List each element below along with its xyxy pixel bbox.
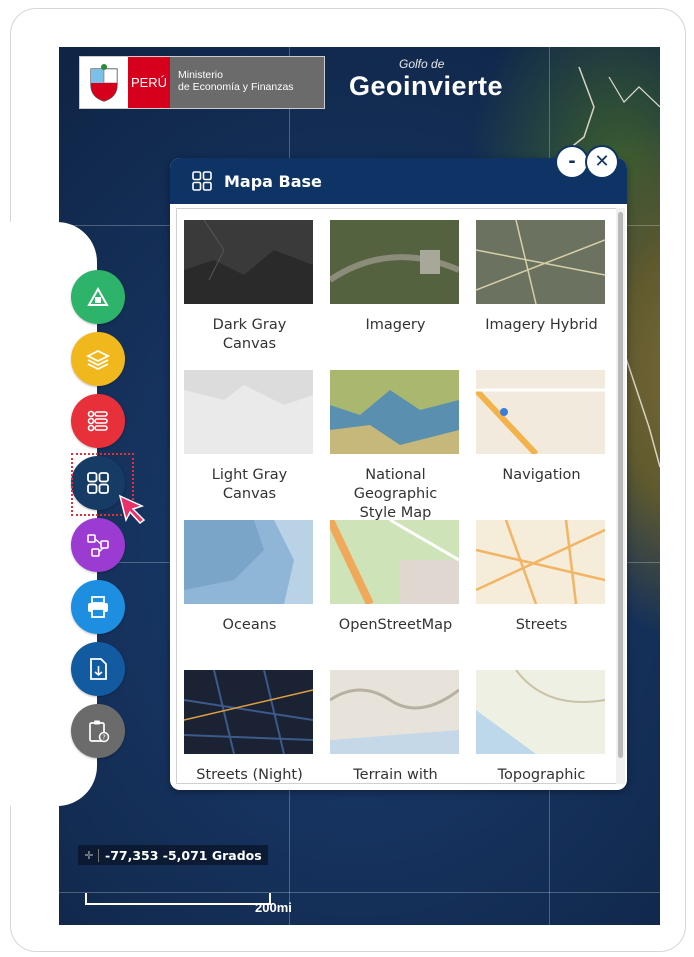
- basemap-thumbnail: [184, 520, 313, 604]
- coordinate-text: -77,353 -5,071 Grados: [105, 847, 262, 863]
- coordinate-readout: ✛ -77,353 -5,071 Grados: [78, 845, 268, 865]
- basemap-thumbnail: [330, 670, 459, 754]
- export-button[interactable]: [71, 642, 125, 696]
- basemap-label: Terrain with: [353, 767, 438, 783]
- land-analysis-icon: [87, 286, 109, 306]
- help-clipboard-icon: ?: [89, 720, 110, 743]
- geoinvierte-brand: Geoinvierte: [349, 71, 504, 101]
- basemap-tile-topographic[interactable]: Topographic: [469, 659, 614, 783]
- minimize-icon: -: [568, 151, 576, 172]
- ministry-name: Ministerio de Economía y Finanzas: [170, 57, 324, 108]
- basemap-label: Oceans: [222, 617, 277, 633]
- ministry-line2: de Economía y Finanzas: [178, 81, 294, 93]
- basemap-label: Navigation: [502, 467, 581, 483]
- legend-button[interactable]: [71, 394, 125, 448]
- basemap-grid-icon: [192, 171, 212, 191]
- coat-of-arms-icon: [80, 57, 128, 108]
- share-button[interactable]: [71, 518, 125, 572]
- print-icon: [88, 596, 108, 618]
- basemap-tile-imagery[interactable]: Imagery: [323, 209, 468, 359]
- basemap-label: Streets (Night): [196, 767, 303, 783]
- basemap-thumbnail: [330, 220, 459, 304]
- panel-title: Mapa Base: [224, 171, 322, 191]
- basemap-label: OpenStreetMap: [338, 617, 453, 633]
- gallery-scrollbar[interactable]: [616, 208, 625, 784]
- scale-bar-line: [85, 893, 271, 905]
- scale-label: 200mi: [255, 900, 292, 915]
- peru-label: PERÚ: [128, 57, 170, 108]
- basemap-tile-openstreetmap[interactable]: OpenStreetMap: [323, 509, 468, 659]
- basemap-tile-dark-gray[interactable]: Dark Gray Canvas: [177, 209, 322, 359]
- share-network-icon: [87, 534, 109, 557]
- close-icon: ✕: [594, 151, 610, 172]
- basemap-thumbnail: [476, 520, 605, 604]
- export-file-icon: [90, 658, 107, 680]
- basemap-thumbnail: [184, 220, 313, 304]
- basemap-thumbnail: [476, 220, 605, 304]
- basemap-thumbnail: [184, 670, 313, 754]
- basemap-tile-light-gray[interactable]: Light Gray Canvas: [177, 359, 322, 509]
- basemap-gallery-panel: Mapa Base Dark Gray Canvas Imagery Imager…: [170, 158, 627, 790]
- basemap-tile-imagery-hybrid[interactable]: Imagery Hybrid: [469, 209, 614, 359]
- basemap-thumbnail: [184, 370, 313, 454]
- print-button[interactable]: [71, 580, 125, 634]
- basemap-gallery: Dark Gray Canvas Imagery Imagery Hybrid L…: [176, 208, 618, 784]
- basemap-tile-terrain[interactable]: Terrain with: [323, 659, 468, 783]
- svg-text:?: ?: [102, 734, 106, 742]
- basemap-label: Imagery: [365, 317, 426, 333]
- basemap-label: Dark Gray Canvas: [212, 317, 287, 352]
- layers-button[interactable]: [71, 332, 125, 386]
- pointer-cursor-icon: [118, 494, 146, 525]
- basemap-tile-oceans[interactable]: Oceans: [177, 509, 322, 659]
- basemap-label: Imagery Hybrid: [485, 317, 598, 333]
- basemap-tile-national-geographic[interactable]: National Geographic Style Map: [323, 359, 468, 521]
- basemap-label: Topographic: [497, 767, 586, 783]
- basemap-thumbnail: [476, 670, 605, 754]
- basemap-thumbnail: [330, 520, 459, 604]
- scale-bar: 200mi: [85, 893, 292, 919]
- layers-icon: [85, 349, 111, 371]
- help-button[interactable]: ?: [71, 704, 125, 758]
- scrollbar-thumb[interactable]: [618, 212, 623, 758]
- minimize-button[interactable]: -: [557, 147, 587, 177]
- ministry-line1: Ministerio: [178, 69, 223, 81]
- map-place-label: Golfo de: [399, 57, 445, 71]
- land-analysis-button[interactable]: [71, 270, 125, 324]
- peru-ministry-logo: PERÚ Ministerio de Economía y Finanzas: [79, 56, 325, 109]
- basemap-tile-streets[interactable]: Streets: [469, 509, 614, 659]
- crosshair-icon[interactable]: ✛: [80, 848, 99, 862]
- close-button[interactable]: ✕: [587, 147, 617, 177]
- basemap-label: Streets: [515, 617, 568, 633]
- basemap-thumbnail: [330, 370, 459, 454]
- basemap-thumbnail: [476, 370, 605, 454]
- basemap-tile-streets-night[interactable]: Streets (Night): [177, 659, 322, 783]
- legend-list-icon: [87, 410, 108, 432]
- basemap-tile-navigation[interactable]: Navigation: [469, 359, 614, 509]
- basemap-label: Light Gray Canvas: [211, 467, 288, 502]
